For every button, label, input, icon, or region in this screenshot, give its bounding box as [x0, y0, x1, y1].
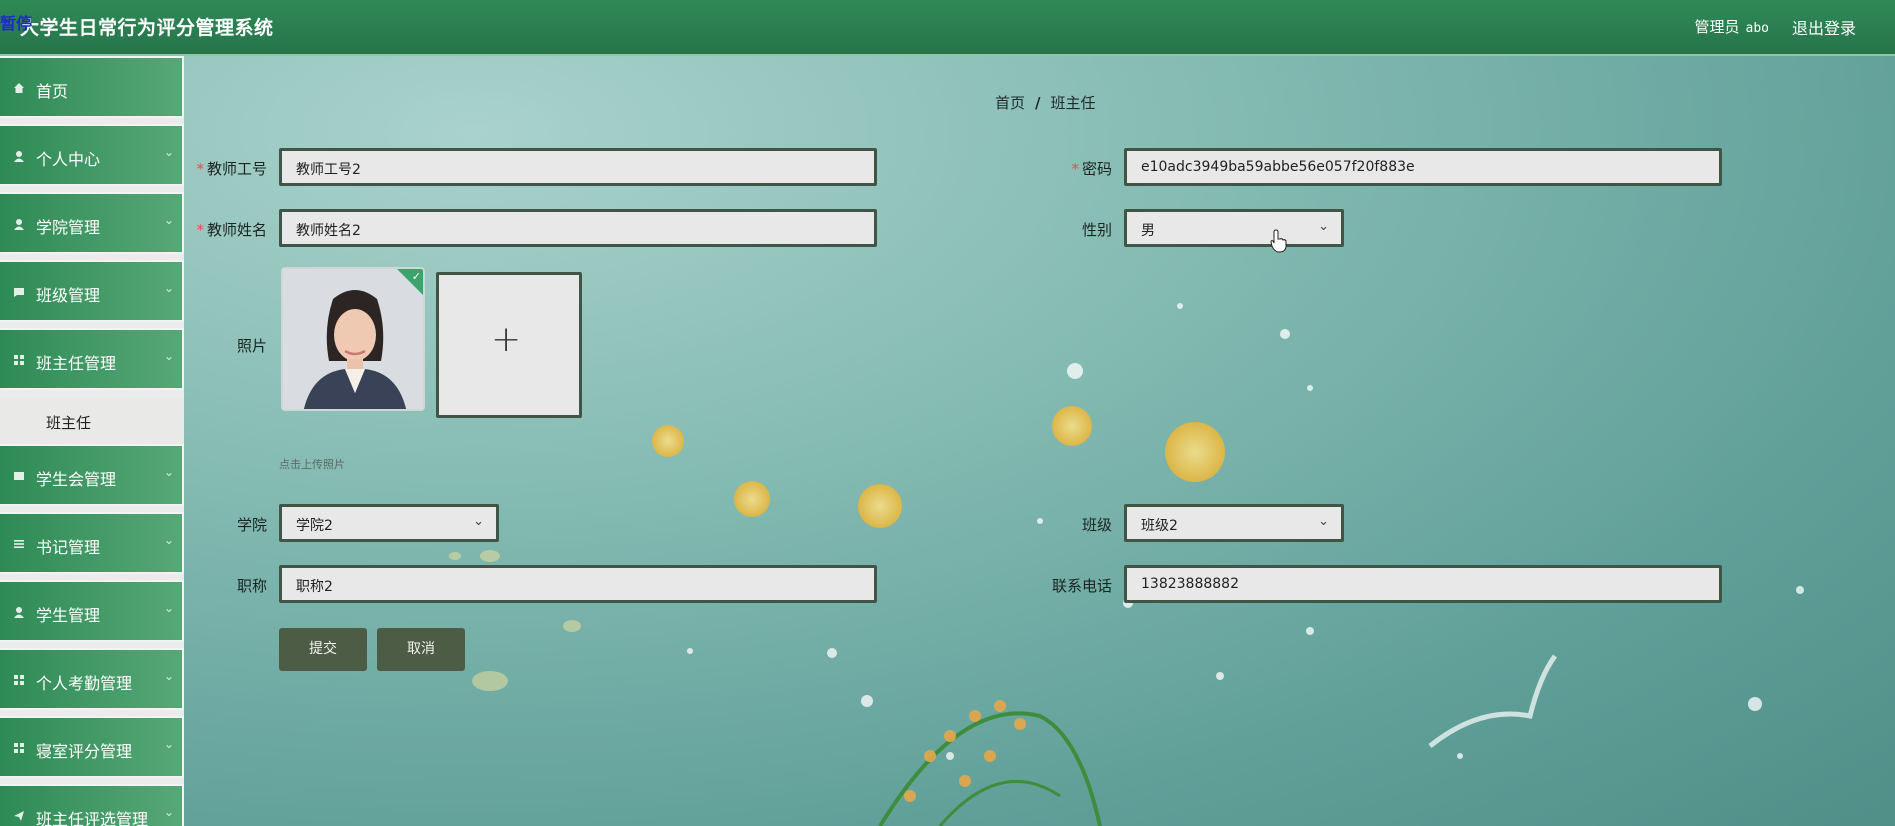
class-select[interactable]: 班级2 ⌄ [1124, 504, 1344, 542]
chevron-down-icon: ⌄ [1318, 514, 1329, 529]
menu-icon [14, 540, 24, 548]
submit-button[interactable]: 提交 [279, 628, 367, 671]
chevron-down-icon: ⌄ [1318, 219, 1329, 234]
grid-icon [14, 675, 24, 685]
sidebar-item-label: 寝室评分管理 [36, 742, 133, 761]
sidebar-item-secretary[interactable]: 书记管理 ⌄ [0, 512, 184, 574]
app-title: 大学生日常行为评分管理系统 [20, 17, 274, 39]
class-label: 班级 [1081, 516, 1112, 534]
sidebar-item-class[interactable]: 班级管理 ⌄ [0, 260, 184, 322]
sidebar-item-college[interactable]: 学院管理 ⌄ [0, 192, 184, 254]
sidebar-item-student[interactable]: 学生管理 ⌄ [0, 580, 184, 642]
pause-badge: 暂停 [0, 14, 33, 33]
breadcrumb-current: 班主任 [1050, 94, 1096, 112]
current-user: 管理员 abo [1695, 16, 1770, 37]
sidebar-item-label: 学生管理 [36, 606, 101, 625]
sidebar-item-label: 书记管理 [36, 538, 101, 557]
sidebar-item-label: 个人中心 [36, 150, 101, 169]
chevron-down-icon: ⌄ [163, 213, 174, 227]
sidebar-item-label: 班主任评选管理 [36, 810, 149, 826]
user-icon [14, 151, 24, 162]
gender-select[interactable]: 男 ⌄ [1124, 209, 1344, 247]
chat-icon [14, 288, 24, 297]
teacher-name-label: * 教师姓名 [196, 221, 267, 239]
teacher-no-label: * 教师工号 [196, 160, 267, 178]
phone-label: 联系电话 [1051, 577, 1112, 595]
grid-icon [14, 743, 24, 753]
sidebar-item-student-union[interactable]: 学生会管理 ⌄ [0, 444, 184, 506]
home-icon [14, 83, 24, 93]
photo-label: 照片 [236, 337, 267, 355]
college-label: 学院 [236, 516, 267, 534]
breadcrumb-home[interactable]: 首页 [995, 94, 1025, 112]
sidebar-item-attendance[interactable]: 个人考勤管理 ⌄ [0, 648, 184, 710]
hand-cursor-icon [1270, 229, 1287, 253]
plus-icon: + [491, 319, 522, 360]
upload-tip: 点击上传照片 [279, 458, 345, 471]
teacher-no-input[interactable]: 教师工号2 [279, 148, 877, 186]
title-input[interactable]: 职称2 [279, 565, 877, 603]
user-icon [14, 219, 24, 230]
breadcrumb-separator: / [1035, 94, 1041, 112]
check-icon: ✓ [397, 269, 423, 295]
uploaded-photo[interactable]: ✓ [281, 267, 425, 411]
sidebar-item-label: 首页 [36, 82, 69, 101]
chevron-down-icon: ⌄ [163, 533, 174, 547]
top-header: 大学生日常行为评分管理系统 暂停 管理员 abo 退出登录 [0, 0, 1895, 56]
sidebar-item-dorm-score[interactable]: 寝室评分管理 ⌄ [0, 716, 184, 778]
breadcrumb: 首页 / 班主任 [995, 92, 1096, 113]
chevron-down-icon: ⌄ [163, 349, 174, 363]
teacher-name-input[interactable]: 教师姓名2 [279, 209, 877, 247]
user-icon [14, 607, 24, 618]
sidebar-item-label: 班级管理 [36, 286, 101, 305]
chevron-down-icon: ⌄ [163, 601, 174, 615]
college-select[interactable]: 学院2 ⌄ [279, 504, 499, 542]
user-role: 管理员 [1694, 18, 1740, 36]
sidebar-item-personal-center[interactable]: 个人中心 ⌄ [0, 124, 184, 186]
sidebar-subitem-head-teacher[interactable]: 班主任 [0, 398, 184, 446]
chevron-down-icon: ⌄ [163, 737, 174, 751]
card-icon [14, 472, 24, 480]
password-label: * 密码 [1071, 160, 1112, 178]
sidebar-item-head-teacher-selection[interactable]: 班主任评选管理 ⌄ [0, 784, 184, 826]
sidebar-item-home[interactable]: 首页 [0, 56, 184, 118]
sidebar-item-label: 班主任管理 [36, 354, 117, 373]
send-icon [14, 811, 24, 821]
sidebar-item-label: 学生会管理 [36, 470, 117, 489]
title-label: 职称 [236, 577, 267, 595]
sidebar-item-label: 个人考勤管理 [36, 674, 133, 693]
sidebar-item-head-teacher[interactable]: 班主任管理 ⌄ [0, 328, 184, 390]
chevron-down-icon: ⌄ [163, 281, 174, 295]
chevron-down-icon: ⌄ [163, 145, 174, 159]
password-input[interactable]: e10adc3949ba59abbe56e057f20f883e [1124, 148, 1722, 186]
chevron-down-icon: ⌄ [473, 514, 484, 529]
cancel-button[interactable]: 取消 [377, 628, 465, 671]
sidebar-subitem-label: 班主任 [46, 414, 92, 432]
chevron-down-icon: ⌄ [163, 465, 174, 479]
sidebar-item-label: 学院管理 [36, 218, 101, 237]
chevron-down-icon: ⌄ [163, 805, 174, 819]
sidebar: 首页 个人中心 ⌄ 学院管理 ⌄ 班级管理 ⌄ 班主任管理 ⌄ 班主任 学生会管… [0, 56, 184, 826]
main-area: 首页 个人中心 ⌄ 学院管理 ⌄ 班级管理 ⌄ 班主任管理 ⌄ 班主任 学生会管… [0, 56, 1895, 826]
grid-icon [14, 355, 24, 365]
user-name: abo [1745, 21, 1769, 36]
logout-link[interactable]: 退出登录 [1792, 15, 1856, 39]
chevron-down-icon: ⌄ [163, 669, 174, 683]
photo-upload-button[interactable]: + [436, 272, 582, 418]
phone-input[interactable]: 13823888882 [1124, 565, 1722, 603]
gender-label: 性别 [1081, 221, 1112, 239]
